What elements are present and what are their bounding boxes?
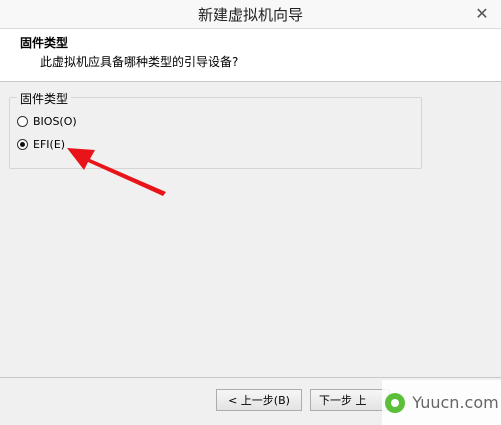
next-label: 下一步 — [319, 394, 352, 407]
watermark-text: Yuucn.com — [412, 393, 499, 412]
arrow-shape — [67, 148, 166, 196]
back-button[interactable]: < 上一步(B) — [216, 389, 302, 411]
next-label-partial: 上 — [355, 394, 367, 407]
red-arrow-annotation — [67, 148, 166, 196]
next-button[interactable]: 下一步 上 — [310, 389, 390, 411]
watermark-logo-icon — [385, 392, 406, 413]
footer-separator — [0, 377, 501, 378]
watermark: Yuucn.com — [382, 380, 501, 425]
